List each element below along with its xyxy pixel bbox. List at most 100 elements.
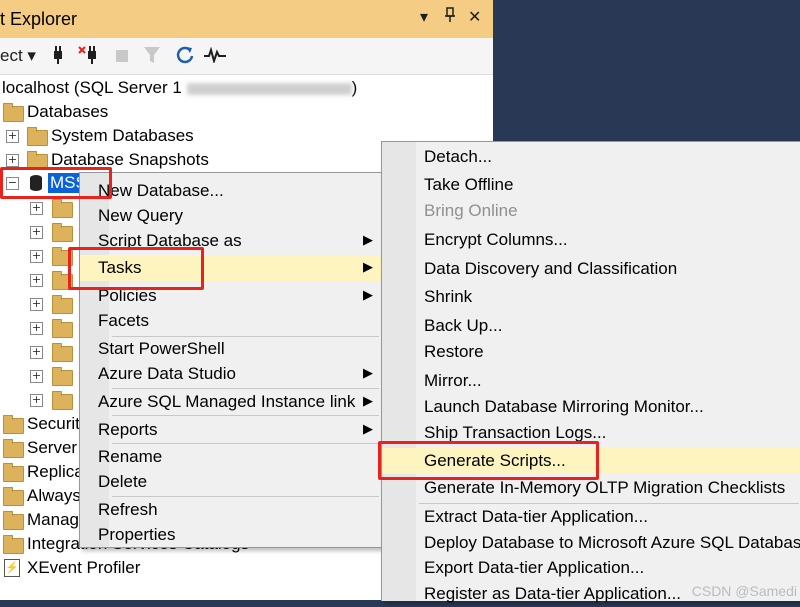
- submenu-item-generate-scripts[interactable]: Generate Scripts...: [382, 448, 800, 474]
- submenu-item-label: Generate Scripts...: [424, 451, 566, 470]
- menu-item-properties[interactable]: Properties: [80, 522, 381, 548]
- submenu-item-export-data-tier[interactable]: Export Data-tier Application...: [382, 555, 800, 581]
- tree-node-selected-database[interactable]: − MSS: [0, 172, 90, 196]
- submenu-item-extract-data-tier[interactable]: Extract Data-tier Application...: [382, 504, 800, 530]
- menu-item-rename[interactable]: Rename: [80, 444, 381, 470]
- xevent-profiler-label: XEvent Profiler: [27, 558, 141, 577]
- tree-node-management[interactable]: Manag: [0, 508, 79, 532]
- expand-icon[interactable]: +: [30, 250, 43, 263]
- tree-node-xevent-profiler[interactable]: ⚡ XEvent Profiler: [0, 556, 380, 580]
- tree-node-server[interactable]: localhost (SQL Server 1 ): [0, 76, 493, 100]
- expand-icon[interactable]: +: [30, 322, 43, 335]
- folder-icon: [52, 319, 73, 338]
- submenu-item-label: Shrink: [424, 287, 473, 306]
- tree-node-server-objects[interactable]: Server: [0, 436, 79, 460]
- tree-node-databases[interactable]: Databases: [0, 100, 493, 124]
- tree-node-database-child[interactable]: +: [0, 364, 79, 388]
- submenu-item-deploy-to-azure-sql[interactable]: Deploy Database to Microsoft Azure SQL D…: [382, 530, 800, 556]
- plug-icon[interactable]: [50, 45, 66, 70]
- menu-item-tasks[interactable]: Tasks ▶: [80, 255, 381, 281]
- auto-hide-pin-icon[interactable]: [444, 7, 456, 28]
- menu-item-azure-sql-mi-link[interactable]: Azure SQL Managed Instance link ▶: [80, 389, 381, 415]
- object-explorer-title-bar: t Explorer ▾ ✕: [0, 0, 493, 39]
- tree-node-database-child[interactable]: +: [0, 388, 79, 412]
- collapse-icon[interactable]: −: [6, 177, 19, 190]
- folder-icon: [3, 103, 24, 122]
- submenu-item-restore[interactable]: Restore: [382, 339, 800, 365]
- menu-item-policies[interactable]: Policies ▶: [80, 283, 381, 309]
- menu-item-label: Azure Data Studio: [98, 364, 236, 383]
- management-label: Manag: [27, 510, 79, 529]
- submenu-item-back-up[interactable]: Back Up...: [382, 313, 800, 339]
- activity-monitor-icon[interactable]: [203, 46, 227, 68]
- menu-item-new-database[interactable]: New Database...: [80, 178, 381, 204]
- tree-node-database-child[interactable]: +: [0, 292, 79, 316]
- submenu-arrow-icon: ▶: [363, 422, 373, 437]
- expand-icon[interactable]: +: [6, 154, 19, 167]
- expand-icon[interactable]: +: [30, 394, 43, 407]
- submenu-item-label: Data Discovery and Classification: [424, 259, 678, 278]
- tree-node-database-child[interactable]: +: [0, 268, 79, 292]
- submenu-item-detach[interactable]: Detach...: [382, 144, 800, 170]
- submenu-arrow-icon: ▶: [363, 288, 373, 303]
- expand-icon[interactable]: +: [30, 370, 43, 383]
- submenu-item-label: Take Offline: [424, 175, 514, 194]
- folder-icon: [52, 343, 73, 362]
- menu-item-script-database-as[interactable]: Script Database as ▶: [80, 228, 381, 254]
- menu-item-reports[interactable]: Reports ▶: [80, 417, 381, 443]
- submenu-item-launch-mirroring-monitor[interactable]: Launch Database Mirroring Monitor...: [382, 394, 800, 420]
- submenu-item-take-offline[interactable]: Take Offline: [382, 172, 800, 198]
- always-on-label: Always: [27, 486, 81, 505]
- panel-title: t Explorer: [0, 9, 78, 29]
- tree-node-always-on[interactable]: Always: [0, 484, 81, 508]
- menu-item-azure-data-studio[interactable]: Azure Data Studio ▶: [80, 361, 381, 387]
- submenu-item-label: Mirror...: [424, 371, 482, 390]
- menu-item-start-powershell[interactable]: Start PowerShell: [80, 336, 381, 362]
- submenu-arrow-icon: ▶: [363, 233, 373, 248]
- tree-node-database-child[interactable]: +: [0, 196, 79, 220]
- tree-node-security[interactable]: Securit: [0, 412, 80, 436]
- menu-item-label: Delete: [98, 472, 148, 491]
- submenu-item-data-discovery[interactable]: Data Discovery and Classification: [382, 256, 800, 282]
- window-position-dropdown-icon[interactable]: ▾: [420, 7, 428, 27]
- refresh-icon[interactable]: [175, 45, 195, 70]
- submenu-item-generate-oltp-checklists[interactable]: Generate In-Memory OLTP Migration Checkl…: [382, 475, 800, 501]
- expand-icon[interactable]: +: [30, 298, 43, 311]
- expand-icon[interactable]: +: [30, 226, 43, 239]
- submenu-arrow-icon: ▶: [363, 366, 373, 381]
- menu-item-delete[interactable]: Delete: [80, 469, 381, 495]
- security-label: Securit: [27, 414, 80, 433]
- database-context-menu: New Database... New Query Script Databas…: [79, 172, 382, 548]
- expand-icon[interactable]: +: [6, 130, 19, 143]
- filter-icon[interactable]: [143, 45, 161, 70]
- menu-item-new-query[interactable]: New Query: [80, 203, 381, 229]
- submenu-item-shrink[interactable]: Shrink: [382, 284, 800, 310]
- expand-icon[interactable]: +: [30, 346, 43, 359]
- connect-button[interactable]: ect ▾: [0, 46, 36, 66]
- menu-item-label: Rename: [98, 447, 163, 466]
- stop-icon[interactable]: [115, 48, 129, 68]
- tree-node-replication[interactable]: Replica: [0, 460, 84, 484]
- tree-node-database-child[interactable]: +: [0, 340, 79, 364]
- tree-node-database-child[interactable]: +: [0, 220, 79, 244]
- folder-icon: [3, 511, 24, 530]
- submenu-item-ship-transaction-logs[interactable]: Ship Transaction Logs...: [382, 420, 800, 446]
- expand-icon[interactable]: +: [30, 202, 43, 215]
- tree-node-database-child[interactable]: +: [0, 244, 79, 268]
- menu-item-label: Reports: [98, 420, 158, 439]
- databases-label: Databases: [27, 102, 109, 121]
- folder-icon: [3, 415, 24, 434]
- submenu-item-label: Deploy Database to Microsoft Azure SQL D…: [424, 533, 800, 552]
- expand-icon[interactable]: +: [30, 274, 43, 287]
- menu-item-refresh[interactable]: Refresh: [80, 497, 381, 523]
- submenu-item-mirror[interactable]: Mirror...: [382, 368, 800, 394]
- disconnect-icon[interactable]: [78, 45, 102, 70]
- submenu-item-label: Bring Online: [424, 201, 518, 220]
- submenu-item-label: Encrypt Columns...: [424, 230, 568, 249]
- system-databases-label: System Databases: [51, 126, 194, 145]
- tree-node-database-child[interactable]: +: [0, 316, 79, 340]
- menu-item-facets[interactable]: Facets: [80, 308, 381, 334]
- submenu-item-encrypt-columns[interactable]: Encrypt Columns...: [382, 227, 800, 253]
- menu-item-label: Properties: [98, 525, 176, 544]
- close-icon[interactable]: ✕: [468, 7, 481, 27]
